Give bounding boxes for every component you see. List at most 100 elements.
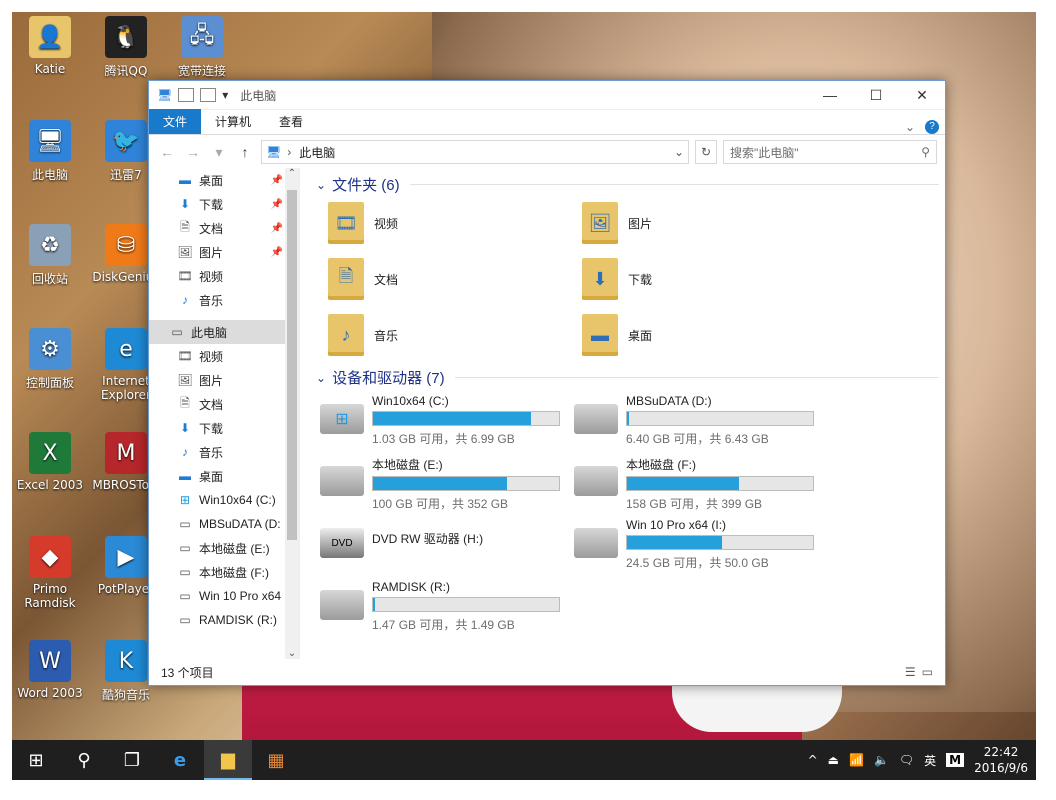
new-folder-icon[interactable] (200, 88, 217, 102)
start-button[interactable]: ⊞ (12, 740, 60, 780)
folder-item[interactable]: 🎞 视频 (328, 201, 582, 245)
folder-item[interactable]: ♪ 音乐 (328, 313, 582, 357)
nav-scrollbar[interactable]: ⌃ ⌄ (285, 168, 299, 659)
folder-item[interactable]: ▬ 桌面 (582, 313, 836, 357)
collapse-chevron-icon[interactable]: ⌄ (316, 371, 326, 385)
nav-item-this-pc-child[interactable]: ⬇ 下载 (149, 416, 299, 440)
nav-item-this-pc[interactable]: ▭ 此电脑 (149, 320, 299, 344)
diskgenius-icon: ⛁ (105, 224, 147, 266)
file-explorer-taskbar-icon[interactable]: ▆ (204, 740, 252, 780)
nav-item-quick-access[interactable]: ▬ 桌面 📌 (149, 168, 299, 192)
ime-indicator[interactable]: M (946, 753, 965, 767)
drive-item[interactable]: 本地磁盘 (E:) 100 GB 可用，共 352 GB (320, 456, 574, 511)
search-button[interactable]: ⚲ (60, 740, 108, 780)
close-button[interactable]: ✕ (899, 87, 945, 104)
desktop-icon-item[interactable]: 🖧 宽带连接 (164, 16, 240, 79)
address-bar[interactable]: 🖥 › 此电脑 ⌄ (261, 140, 689, 164)
desktop-icon-item[interactable]: 👤 Katie (12, 16, 88, 76)
properties-icon[interactable] (178, 88, 195, 102)
desktop-icon-item[interactable]: X Excel 2003 (12, 432, 88, 492)
nav-item-label: 文档 (199, 221, 224, 236)
desktop-icon-item[interactable]: 🖥 此电脑 (12, 120, 88, 183)
breadcrumb-chevron-icon[interactable]: › (287, 145, 291, 159)
recent-locations-button[interactable]: ▾ (209, 144, 229, 161)
pin-icon[interactable]: 📌 (271, 175, 283, 186)
large-icons-view-icon[interactable]: ▭ (922, 665, 933, 679)
search-input[interactable]: 搜索"此电脑" ⚲ (723, 140, 937, 164)
up-button[interactable]: ↑ (235, 144, 255, 160)
desktop-icon-label: 回收站 (31, 272, 68, 286)
computer-icon: 🖥 (29, 120, 71, 162)
nav-item-this-pc-child[interactable]: ▭ Win 10 Pro x64 (149, 584, 299, 608)
drives-group-header[interactable]: ⌄ 设备和驱动器 (7) (316, 367, 939, 388)
desktop-icon-item[interactable]: ♻ 回收站 (12, 224, 88, 287)
nav-item-quick-access[interactable]: ⬇ 下载 📌 (149, 192, 299, 216)
expand-ribbon-icon[interactable]: ⌄ (905, 120, 915, 134)
internet-explorer-taskbar-icon[interactable]: e (156, 740, 204, 780)
scroll-thumb[interactable] (287, 190, 297, 540)
pin-icon[interactable]: 📌 (271, 223, 283, 234)
scroll-up-icon[interactable]: ⌃ (285, 168, 299, 179)
forward-button[interactable]: → (183, 144, 203, 160)
minimize-button[interactable]: — (807, 87, 853, 104)
desktop-icon-label: 宽带连接 (177, 64, 226, 78)
nav-item-this-pc-child[interactable]: ⊞ Win10x64 (C:) (149, 488, 299, 512)
ribbon-right: ⌄ ? (905, 120, 945, 134)
nav-item-this-pc-child[interactable]: ▬ 桌面 (149, 464, 299, 488)
collapse-chevron-icon[interactable]: ⌄ (316, 178, 326, 192)
item-count: 13 个项目 (161, 665, 214, 680)
drive-item[interactable]: Win 10 Pro x64 (I:) 24.5 GB 可用，共 50.0 GB (574, 518, 828, 570)
clock[interactable]: 22:42 2016/9/6 (974, 744, 1028, 776)
folder-item[interactable]: 🖼 图片 (582, 201, 836, 245)
folder-item[interactable]: ⬇ 下载 (582, 257, 836, 301)
pin-icon[interactable]: 📌 (271, 247, 283, 258)
desktop-icon-item[interactable]: ⚙ 控制面板 (12, 328, 88, 391)
drive-item[interactable]: DVD DVD RW 驱动器 (H:) (320, 518, 574, 570)
nav-item-this-pc-child[interactable]: 🗎 文档 (149, 392, 299, 416)
show-hidden-icons-icon[interactable]: ^ (808, 753, 818, 767)
drive-item[interactable]: 本地磁盘 (F:) 158 GB 可用，共 399 GB (574, 456, 828, 511)
thunder-bird-icon: 🐦 (105, 120, 147, 162)
details-view-icon[interactable]: ☰ (905, 665, 916, 679)
scroll-down-icon[interactable]: ⌄ (285, 648, 299, 659)
pin-icon[interactable]: 📌 (271, 199, 283, 210)
nav-item-this-pc-child[interactable]: 🖼 图片 (149, 368, 299, 392)
nav-item-quick-access[interactable]: ♪ 音乐 (149, 288, 299, 312)
action-center-icon[interactable]: 🗨 (899, 753, 914, 767)
tab-computer[interactable]: 计算机 (201, 109, 265, 134)
tab-file[interactable]: 文件 (149, 109, 202, 134)
language-indicator[interactable]: 英 (924, 752, 936, 769)
tab-view[interactable]: 查看 (265, 109, 317, 134)
task-view-button[interactable]: ❐ (108, 740, 156, 780)
desktop-icon-item[interactable]: 🐧 腾讯QQ (88, 16, 164, 79)
paint-taskbar-icon[interactable]: ▦ (252, 740, 300, 780)
desktop-icon-item[interactable]: W Word 2003 (12, 640, 88, 700)
search-icon[interactable]: ⚲ (921, 145, 930, 159)
address-dropdown-icon[interactable]: ⌄ (674, 145, 684, 159)
desktop-icon-label: 此电脑 (31, 168, 68, 182)
nav-item-this-pc-child[interactable]: ▭ 本地磁盘 (F:) (149, 560, 299, 584)
wifi-icon[interactable]: 📶 (849, 753, 864, 767)
nav-item-this-pc-child[interactable]: 🎞 视频 (149, 344, 299, 368)
drive-item[interactable]: RAMDISK (R:) 1.47 GB 可用，共 1.49 GB (320, 580, 574, 632)
folder-item[interactable]: 🗎 文档 (328, 257, 582, 301)
nav-item-quick-access[interactable]: 🎞 视频 (149, 264, 299, 288)
refresh-button[interactable]: ↻ (695, 140, 717, 164)
nav-item-this-pc-child[interactable]: ♪ 音乐 (149, 440, 299, 464)
folders-group-header[interactable]: ⌄ 文件夹 (6) (316, 174, 939, 195)
nav-item-quick-access[interactable]: 🖼 图片 📌 (149, 240, 299, 264)
maximize-button[interactable]: ☐ (853, 87, 899, 104)
nav-item-this-pc-child[interactable]: ▭ MBSuDATA (D: (149, 512, 299, 536)
nav-item-quick-access[interactable]: 🗎 文档 📌 (149, 216, 299, 240)
chevron-down-icon[interactable]: ▾ (222, 88, 228, 102)
drive-item[interactable]: ⊞ Win10x64 (C:) 1.03 GB 可用，共 6.99 GB (320, 394, 574, 446)
help-icon[interactable]: ? (925, 120, 939, 134)
safely-remove-icon[interactable]: ⏏ (828, 753, 839, 767)
breadcrumb[interactable]: 此电脑 (299, 144, 335, 161)
volume-icon[interactable]: 🔈 (874, 753, 889, 767)
back-button[interactable]: ← (157, 144, 177, 160)
desktop-icon-item[interactable]: ◆ Primo Ramdisk (12, 536, 88, 610)
nav-item-this-pc-child[interactable]: ▭ RAMDISK (R:) (149, 608, 299, 632)
drive-item[interactable]: MBSuDATA (D:) 6.40 GB 可用，共 6.43 GB (574, 394, 828, 446)
nav-item-this-pc-child[interactable]: ▭ 本地磁盘 (E:) (149, 536, 299, 560)
